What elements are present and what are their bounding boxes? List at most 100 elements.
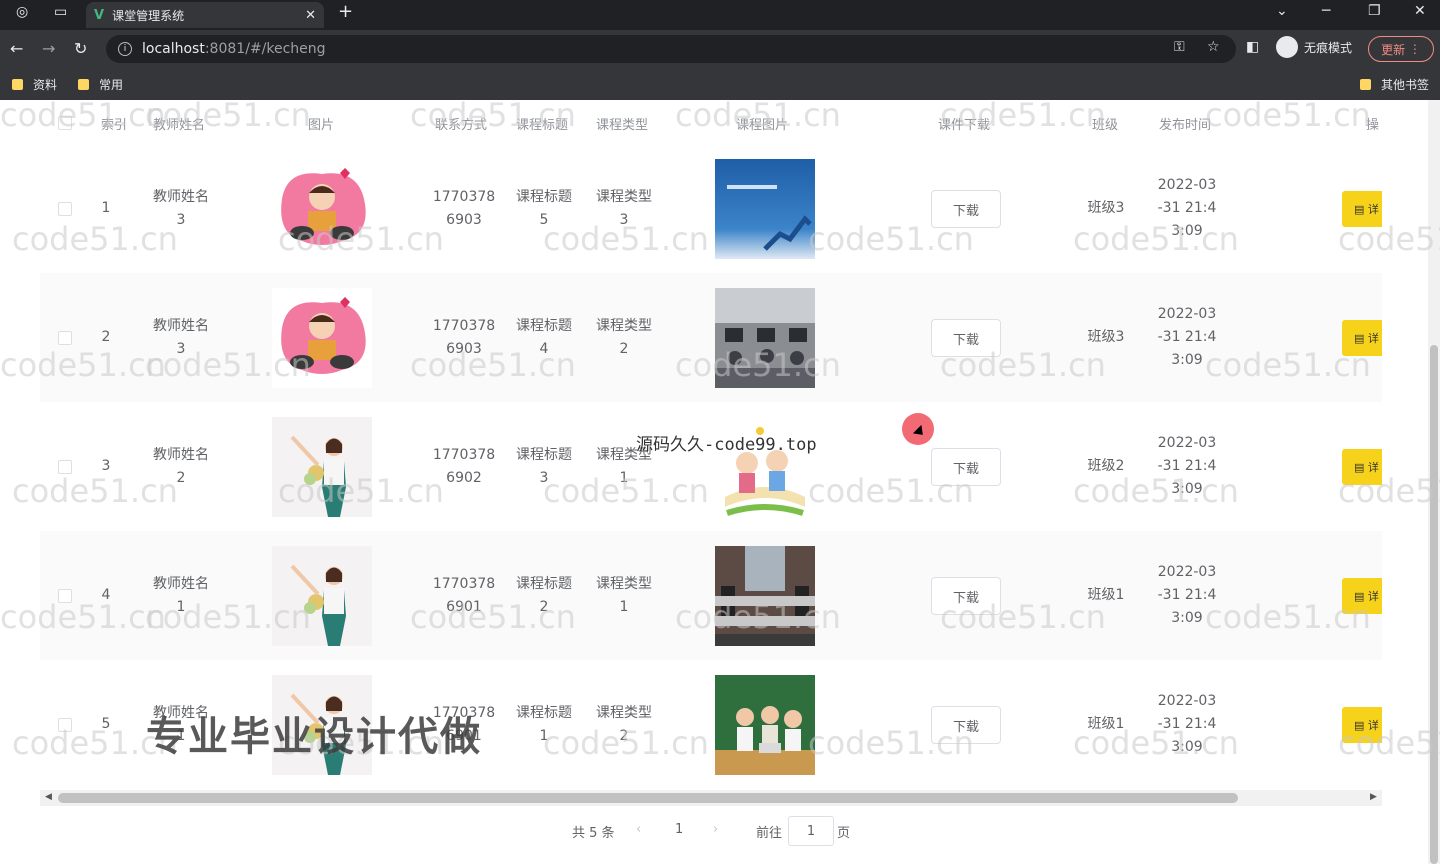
- page-content: 索引 教师姓名 图片 联系方式 课程标题 课程类型 课程图片 课件下载 班级 发…: [0, 100, 1440, 864]
- pagination-total: 共 5 条: [572, 826, 615, 841]
- folder-icon: [78, 79, 89, 90]
- detail-button[interactable]: ▤ 详: [1342, 707, 1382, 743]
- scroll-left-icon[interactable]: ◀: [45, 792, 52, 802]
- url-path: :8081/#/kecheng: [204, 41, 326, 57]
- download-button[interactable]: 下载: [931, 190, 1001, 228]
- cell-course-title: 课程标题 1: [516, 705, 572, 744]
- row-checkbox[interactable]: [58, 202, 72, 216]
- watermark-text: code51.cn: [1205, 100, 1371, 134]
- header-course-type: 课程类型: [596, 118, 649, 133]
- vertical-scroll-thumb[interactable]: [1430, 345, 1438, 864]
- cell-course-type: 课程类型 3: [596, 189, 652, 228]
- close-window-icon[interactable]: ✕: [1414, 3, 1426, 19]
- cell-course-type: 课程类型 1: [596, 576, 652, 615]
- detail-button[interactable]: ▤ 详: [1342, 320, 1382, 356]
- close-tab-icon[interactable]: ✕: [305, 8, 316, 23]
- update-button[interactable]: 更新 ⋮: [1368, 36, 1434, 62]
- cell-phone: 1770378 6903: [432, 189, 496, 228]
- cell-index: 4: [101, 587, 111, 603]
- vue-logo-icon: V: [94, 7, 105, 23]
- cell-phone: 1770378 6903: [432, 318, 496, 357]
- cell-teacher: 教师姓名 2: [153, 447, 209, 486]
- address-bar[interactable]: i localhost:8081/#/kecheng: [106, 35, 1236, 63]
- watermark-text: code51.cn: [0, 100, 166, 134]
- teacher-photo-woman-flowers[interactable]: [272, 546, 372, 646]
- teacher-photo-cartoon-boy[interactable]: [272, 159, 372, 259]
- goto-page-input[interactable]: 1: [788, 816, 834, 846]
- download-button[interactable]: 下载: [931, 577, 1001, 615]
- cell-course-title: 课程标题 3: [516, 447, 572, 486]
- side-panel-icon[interactable]: ◧: [1246, 39, 1259, 55]
- cell-course-title: 课程标题 5: [516, 189, 572, 228]
- cell-publish-time: 2022-03 -31 21:4 3:09: [1157, 435, 1217, 497]
- cell-class: 班级1: [1087, 716, 1125, 732]
- address-row: ← → ↻ i localhost:8081/#/kecheng ⚿ ☆ ◧ 无…: [0, 30, 1440, 68]
- back-icon[interactable]: ←: [10, 39, 23, 58]
- other-bookmarks[interactable]: 其他书签: [1360, 76, 1429, 93]
- update-label: 更新: [1381, 42, 1406, 57]
- cell-index: 2: [101, 329, 111, 345]
- row-checkbox[interactable]: [58, 718, 72, 732]
- header-teacher: 教师姓名: [153, 118, 206, 133]
- reload-icon[interactable]: ↻: [74, 39, 87, 58]
- header-download: 课件下载: [938, 118, 991, 133]
- browser-chrome: ◎ ▭ V 课堂管理系统 ✕ + ⌄ ─ ❐ ✕ ← → ↻ i localho…: [0, 0, 1440, 100]
- bookmark-folder-0[interactable]: 资料: [12, 76, 57, 93]
- key-icon[interactable]: ⚿: [1174, 39, 1185, 55]
- site-info-icon[interactable]: i: [118, 42, 132, 56]
- row-checkbox[interactable]: [58, 331, 72, 345]
- course-image-blue-slide[interactable]: [715, 159, 815, 259]
- table-row: 3 教师姓名 2 1770378 6902 课程标题 3 课程类型 1 下载 班…: [40, 402, 1382, 531]
- incognito-icon: [1276, 36, 1298, 58]
- cell-course-title: 课程标题 2: [516, 576, 572, 615]
- prev-page-icon[interactable]: ‹: [636, 822, 641, 837]
- cell-course-type: 课程类型 2: [596, 318, 652, 357]
- teacher-photo-woman-flowers[interactable]: [272, 417, 372, 517]
- tab-active[interactable]: V 课堂管理系统 ✕: [86, 2, 324, 28]
- course-image-computer-lab[interactable]: [715, 546, 815, 646]
- detail-button[interactable]: ▤ 详: [1342, 449, 1382, 485]
- minimize-icon[interactable]: ─: [1322, 3, 1330, 19]
- course-image-students-green[interactable]: [715, 675, 815, 775]
- cell-teacher: 教师姓名 1: [153, 576, 209, 615]
- browser-logo-icon[interactable]: ◎: [16, 4, 28, 20]
- url-host: localhost: [142, 41, 205, 57]
- horizontal-scroll-thumb[interactable]: [58, 793, 1238, 803]
- incognito-label: 无痕模式: [1304, 40, 1353, 55]
- horizontal-scrollbar[interactable]: ◀ ▶: [40, 790, 1382, 806]
- cell-class: 班级2: [1087, 458, 1125, 474]
- bookmark-folder-1[interactable]: 常用: [78, 76, 123, 93]
- restore-icon[interactable]: ❐: [1368, 3, 1381, 19]
- detail-button[interactable]: ▤ 详: [1342, 191, 1382, 227]
- row-checkbox[interactable]: [58, 460, 72, 474]
- download-button[interactable]: 下载: [931, 319, 1001, 357]
- table-row: 1 教师姓名 3 1770378 6903 课程标题 5 课程类型 3 下载 班…: [40, 144, 1382, 273]
- tab-search-icon[interactable]: ⌄: [1276, 3, 1288, 19]
- folder-icon: [1360, 79, 1371, 90]
- forward-icon[interactable]: →: [42, 39, 55, 58]
- cell-publish-time: 2022-03 -31 21:4 3:09: [1157, 693, 1217, 755]
- vertical-scrollbar[interactable]: [1428, 100, 1440, 864]
- bookmark-star-icon[interactable]: ☆: [1207, 39, 1220, 55]
- detail-button[interactable]: ▤ 详: [1342, 578, 1382, 614]
- cell-phone: 1770378 6901: [432, 576, 496, 615]
- new-tab-icon[interactable]: +: [338, 1, 353, 22]
- teacher-photo-cartoon-boy[interactable]: [272, 288, 372, 388]
- header-course-image: 课程图片: [736, 118, 789, 133]
- cell-class: 班级3: [1087, 329, 1125, 345]
- scroll-right-icon[interactable]: ▶: [1370, 792, 1377, 802]
- cell-teacher: 教师姓名 3: [153, 318, 209, 357]
- next-page-icon[interactable]: ›: [713, 822, 718, 837]
- download-button[interactable]: 下载: [931, 706, 1001, 744]
- cell-index: 3: [101, 458, 111, 474]
- select-all-checkbox[interactable]: [58, 116, 72, 130]
- page-number-current[interactable]: 1: [675, 822, 683, 837]
- tab-title: 课堂管理系统: [112, 8, 185, 23]
- row-checkbox[interactable]: [58, 589, 72, 603]
- download-button[interactable]: 下载: [931, 448, 1001, 486]
- cell-publish-time: 2022-03 -31 21:4 3:09: [1157, 306, 1217, 368]
- course-image-classroom-photo[interactable]: [715, 288, 815, 388]
- cell-course-type: 课程类型 2: [596, 705, 652, 744]
- incognito-indicator[interactable]: 无痕模式: [1276, 36, 1352, 58]
- tab-switcher-icon[interactable]: ▭: [54, 4, 67, 20]
